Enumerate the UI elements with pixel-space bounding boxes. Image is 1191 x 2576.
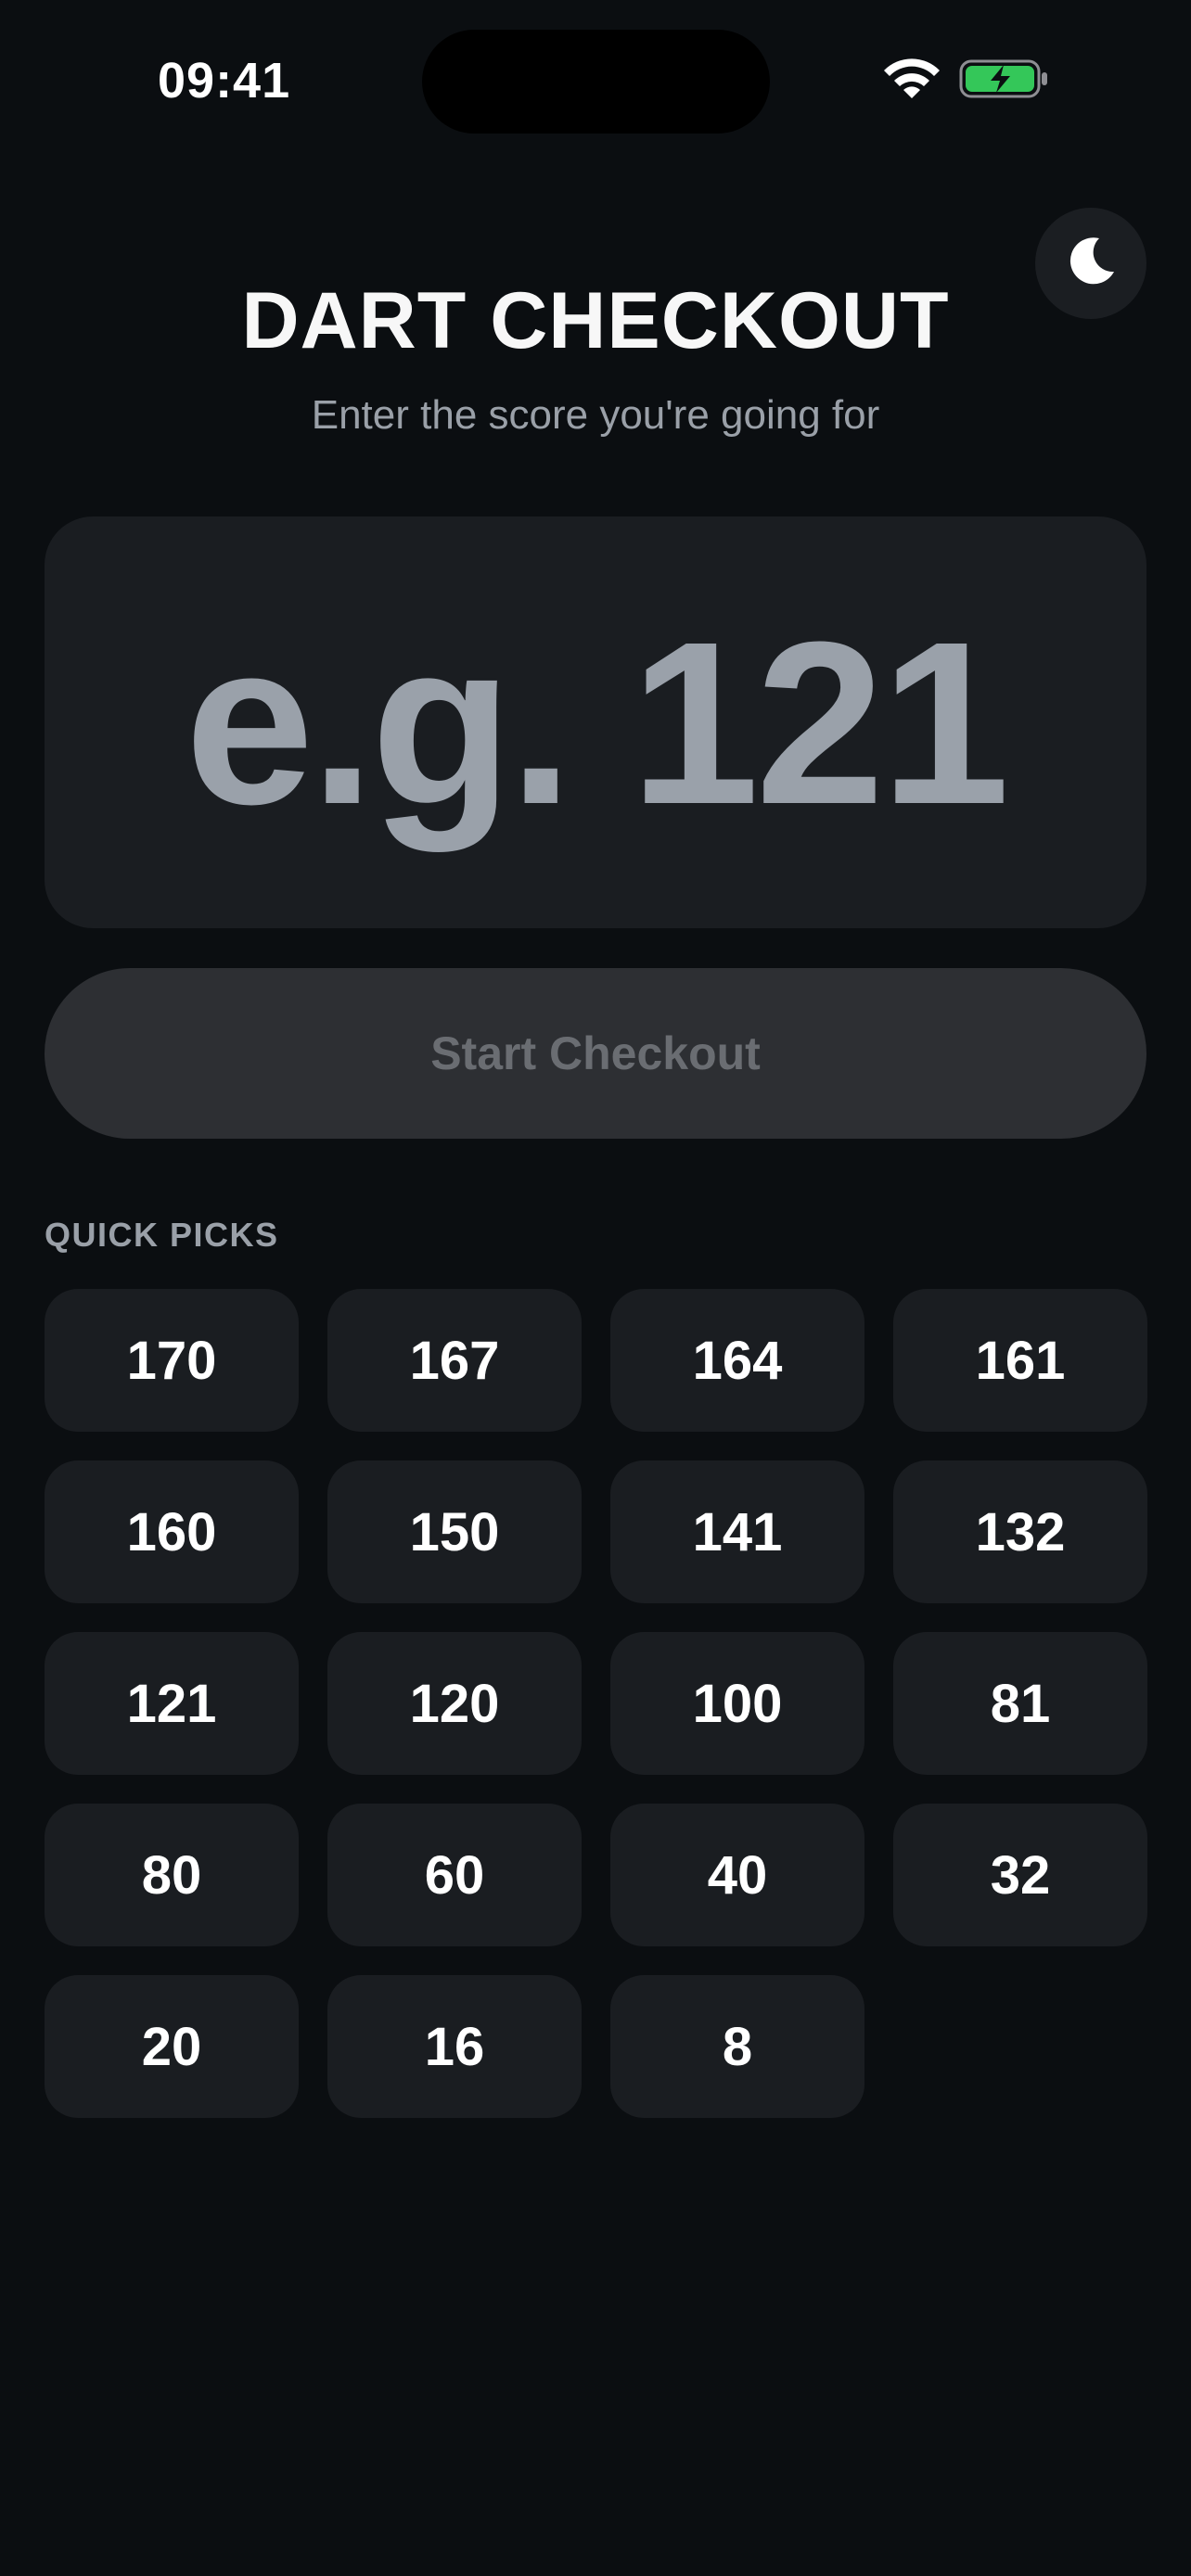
quick-pick-160[interactable]: 160 — [45, 1460, 299, 1603]
score-input-card — [45, 516, 1146, 928]
quick-pick-16[interactable]: 16 — [327, 1975, 582, 2118]
quick-pick-8[interactable]: 8 — [610, 1975, 864, 2118]
quick-pick-60[interactable]: 60 — [327, 1804, 582, 1946]
dynamic-island — [422, 30, 770, 134]
quick-pick-20[interactable]: 20 — [45, 1975, 299, 2118]
battery-charging-icon — [959, 57, 1050, 100]
start-checkout-button[interactable]: Start Checkout — [45, 968, 1146, 1139]
quick-picks-label: QUICK PICKS — [45, 1216, 279, 1254]
quick-picks-grid: 170 167 164 161 160 150 141 132 121 120 … — [45, 1289, 1147, 2118]
quick-pick-161[interactable]: 161 — [893, 1289, 1147, 1432]
score-input[interactable] — [76, 589, 1115, 856]
quick-pick-121[interactable]: 121 — [45, 1632, 299, 1775]
quick-pick-164[interactable]: 164 — [610, 1289, 864, 1432]
quick-pick-150[interactable]: 150 — [327, 1460, 582, 1603]
quick-pick-32[interactable]: 32 — [893, 1804, 1147, 1946]
wifi-icon — [881, 57, 942, 102]
quick-pick-141[interactable]: 141 — [610, 1460, 864, 1603]
quick-pick-100[interactable]: 100 — [610, 1632, 864, 1775]
quick-pick-120[interactable]: 120 — [327, 1632, 582, 1775]
page-title: DART CHECKOUT — [241, 276, 950, 365]
quick-pick-80[interactable]: 80 — [45, 1804, 299, 1946]
quick-pick-167[interactable]: 167 — [327, 1289, 582, 1432]
page-subtitle: Enter the score you're going for — [311, 392, 880, 438]
status-time: 09:41 — [158, 53, 291, 108]
quick-pick-170[interactable]: 170 — [45, 1289, 299, 1432]
quick-pick-81[interactable]: 81 — [893, 1632, 1147, 1775]
quick-pick-132[interactable]: 132 — [893, 1460, 1147, 1603]
quick-pick-40[interactable]: 40 — [610, 1804, 864, 1946]
